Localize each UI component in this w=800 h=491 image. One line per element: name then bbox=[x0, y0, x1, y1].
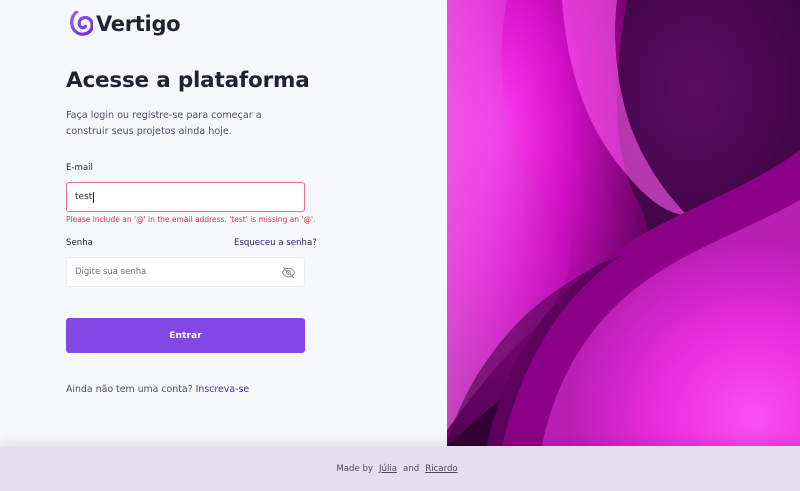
submit-button[interactable]: Entrar bbox=[66, 318, 305, 353]
signup-prompt-text: Ainda não tem uma conta? bbox=[66, 384, 193, 395]
email-field[interactable]: test bbox=[66, 182, 305, 212]
footer-author-link[interactable]: Ricardo bbox=[425, 464, 457, 474]
login-panel: Vertigo Acesse a plataforma Faça login o… bbox=[0, 0, 447, 446]
brand-logo[interactable]: Vertigo bbox=[70, 11, 181, 36]
abstract-wave-image bbox=[447, 0, 800, 446]
password-placeholder: Digite sua senha bbox=[75, 267, 147, 277]
email-label: E-mail bbox=[66, 163, 93, 173]
email-value: test bbox=[75, 192, 93, 202]
footer-author-link[interactable]: Júlia bbox=[379, 464, 397, 474]
email-error-message: Please include an '@' in the email addre… bbox=[66, 215, 316, 224]
vertigo-logo-icon bbox=[70, 11, 93, 36]
signup-prompt: Ainda não tem uma conta? Inscreva-se bbox=[66, 384, 249, 395]
eye-off-icon[interactable] bbox=[281, 265, 296, 280]
footer-made-by: Made by bbox=[336, 463, 374, 474]
page-title: Acesse a plataforma bbox=[66, 68, 310, 93]
footer-and: and bbox=[403, 463, 420, 474]
password-label: Senha bbox=[66, 238, 93, 248]
footer: Made by Júlia and Ricardo bbox=[0, 446, 800, 491]
text-caret bbox=[93, 191, 95, 203]
password-field[interactable]: Digite sua senha bbox=[66, 257, 305, 287]
hero-artwork bbox=[447, 0, 800, 446]
signup-link[interactable]: Inscreva-se bbox=[196, 384, 250, 395]
brand-name: Vertigo bbox=[96, 11, 181, 36]
forgot-password-link[interactable]: Esqueceu a senha? bbox=[234, 238, 317, 248]
page-subtitle: Faça login ou registre-se para começar a… bbox=[66, 110, 262, 137]
